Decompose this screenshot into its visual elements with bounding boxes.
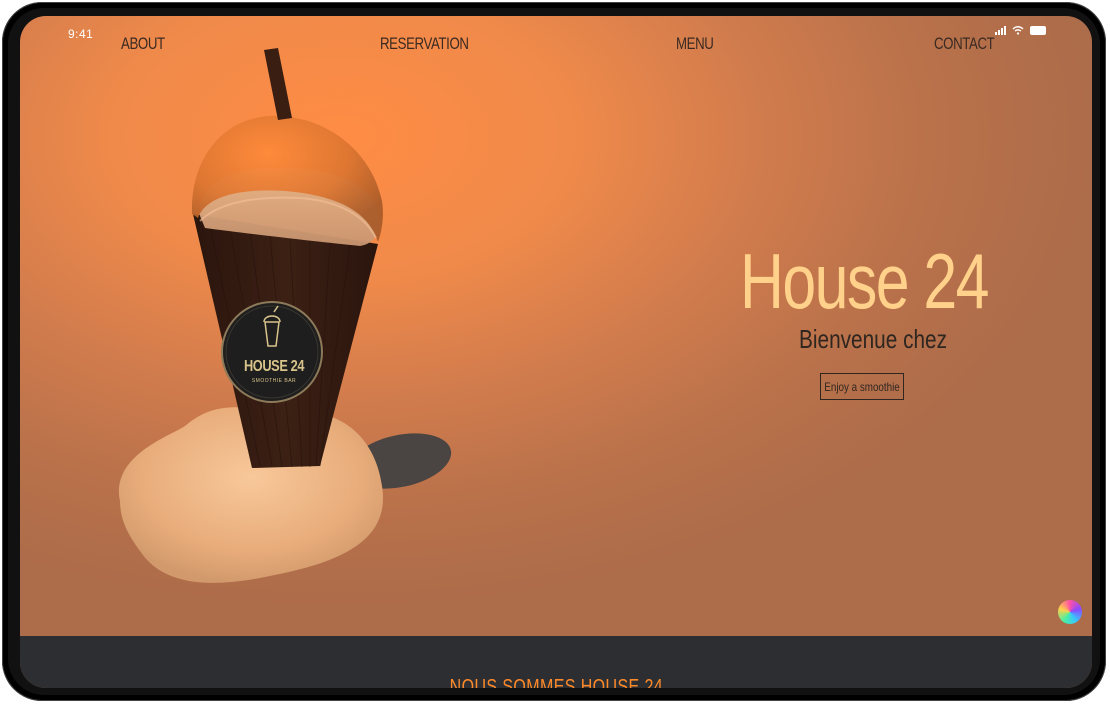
section-title-text: NOUS SOMMES HOUSE 24 xyxy=(449,676,663,688)
section-title: NOUS SOMMES HOUSE 24 xyxy=(20,676,1092,688)
about-section: NOUS SOMMES HOUSE 24 xyxy=(20,636,1092,688)
main-nav: ABOUT RESERVATION MENU CONTACT xyxy=(20,34,1092,56)
siri-orb-icon[interactable] xyxy=(1058,600,1082,624)
cta-label: Enjoy a smoothie xyxy=(824,379,900,394)
nav-menu[interactable]: MENU xyxy=(676,34,714,54)
cup-straw xyxy=(264,48,292,120)
cup-logo-brand: HOUSE 24 xyxy=(243,358,305,375)
nav-reservation[interactable]: RESERVATION xyxy=(380,34,469,54)
nav-about[interactable]: ABOUT xyxy=(121,34,165,54)
cup-logo-tagline: SMOOTHIE BAR xyxy=(251,378,297,384)
screen: HOUSE 24 SMOOTHIE BAR 9:41 ABOUT RESERVA… xyxy=(20,16,1092,688)
hero-title: House 24 xyxy=(740,237,990,325)
enjoy-smoothie-button[interactable]: Enjoy a smoothie xyxy=(820,373,904,400)
cup-logo-badge xyxy=(221,301,323,403)
nav-contact[interactable]: CONTACT xyxy=(934,34,995,54)
hero-subtitle: Bienvenue chez xyxy=(799,324,948,354)
tablet-frame: HOUSE 24 SMOOTHIE BAR 9:41 ABOUT RESERVA… xyxy=(2,2,1106,701)
